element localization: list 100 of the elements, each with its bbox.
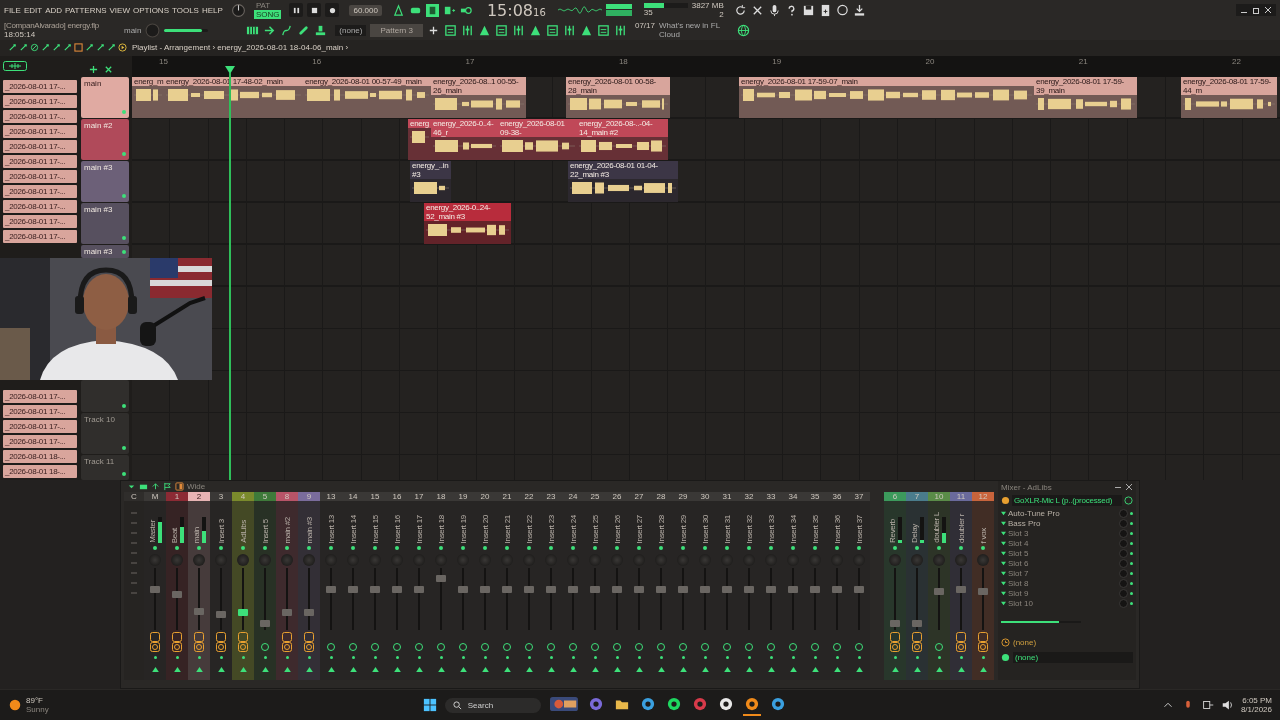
channel-number[interactable]: 26 — [606, 491, 628, 501]
news-link[interactable]: What's new in FL Cloud — [658, 21, 733, 39]
track-header[interactable]: main — [81, 76, 129, 118]
channel-number[interactable]: M — [144, 491, 166, 501]
search-field[interactable]: Search — [444, 697, 541, 713]
channel-number[interactable]: 14 — [342, 491, 364, 501]
mixer-strip[interactable]: 11 doubler r — [950, 491, 972, 681]
audio-clip[interactable]: energy_2026-08-01 17-59-07_main — [739, 76, 1034, 118]
clip-source-item[interactable]: _2026-08-01 17-... — [3, 434, 77, 448]
menu-item[interactable]: TOOLS — [172, 5, 199, 15]
clip-source-item[interactable]: _2026-08-01 17-... — [3, 389, 77, 403]
menu-item[interactable]: EDIT — [23, 5, 43, 15]
track-header[interactable]: main #2 — [81, 118, 129, 160]
clip-source-item[interactable]: _2026-08-01 17-... — [3, 214, 77, 228]
effect-slot[interactable]: Slot 3 — [1008, 528, 1117, 538]
audio-clip[interactable]: energy_2026-08-01 00-57-49_main — [303, 76, 431, 118]
effect-slot[interactable]: Slot 8 — [1008, 578, 1117, 588]
effect-slot[interactable]: Bass Pro — [1008, 518, 1117, 528]
audio-clip[interactable]: energy_2026-08-01 17-48-02_main — [164, 76, 303, 118]
channel-number[interactable]: 29 — [672, 491, 694, 501]
audio-clip[interactable]: energ — [408, 118, 431, 160]
pattern-selector[interactable]: Pattern 3 — [370, 23, 423, 37]
channel-number[interactable]: 23 — [540, 491, 562, 501]
channel-number[interactable]: 13 — [320, 491, 342, 501]
channel-number[interactable]: 2 — [188, 491, 210, 501]
channel-number[interactable]: 36 — [826, 491, 848, 501]
view-mode-label[interactable]: Wide — [187, 481, 206, 491]
effect-slot[interactable]: Slot 7 — [1008, 568, 1117, 578]
mixer-strip[interactable]: 12 f vox — [972, 491, 994, 681]
channel-number[interactable]: 30 — [694, 491, 716, 501]
channel-number[interactable]: 19 — [452, 491, 474, 501]
channel-number[interactable]: 15 — [364, 491, 386, 501]
audio-clip[interactable]: energy_2026-08..1 00-55-26_main — [431, 76, 526, 118]
mixer-strip[interactable]: 5 Insert 5 — [254, 491, 276, 681]
clip-source-item[interactable]: _2026-08-01 18-... — [3, 464, 77, 478]
audio-clip[interactable]: energ_m — [132, 76, 164, 118]
mixer-strip[interactable]: 2 main — [188, 491, 210, 681]
audio-clip[interactable]: energy_2026-08-01 17-59-44_m — [1181, 76, 1277, 118]
clip-source-item[interactable]: _2026-08-01 17-... — [3, 404, 77, 418]
channel-number[interactable]: 33 — [760, 491, 782, 501]
channel-number[interactable]: 21 — [496, 491, 518, 501]
mixer-strip[interactable]: 7 Delay — [906, 491, 928, 681]
clip-source-item[interactable]: _2026-08-01 17-... — [3, 199, 77, 213]
channel-number[interactable]: 3 — [210, 491, 232, 501]
channel-number[interactable]: 34 — [782, 491, 804, 501]
timeline-ruler[interactable]: 15 16 17 18 19 20 21 22 — [132, 55, 1280, 77]
audio-clip[interactable]: energy_2026-08-..-04-14_main #2 — [577, 118, 668, 160]
effect-slot[interactable]: Auto-Tune Pro — [1008, 508, 1117, 518]
track-header[interactable]: main #3 — [81, 160, 129, 202]
track-header[interactable]: Track 11 — [81, 454, 129, 480]
audio-clip[interactable]: energy_2026-0..24-52_main #3 — [424, 202, 511, 244]
channel-number[interactable]: 1 — [166, 491, 188, 501]
channel-number[interactable]: 25 — [584, 491, 606, 501]
audio-clip[interactable]: energy_..in #3 — [410, 160, 451, 202]
channel-number[interactable]: 22 — [518, 491, 540, 501]
channel-number[interactable]: 24 — [562, 491, 584, 501]
effect-slot[interactable]: Slot 5 — [1008, 548, 1117, 558]
channel-number[interactable]: 27 — [628, 491, 650, 501]
mixer-strip[interactable]: 9 main #3 — [298, 491, 320, 681]
channel-number[interactable]: 20 — [474, 491, 496, 501]
menu-item[interactable]: FILE — [4, 5, 21, 15]
clip-source-item[interactable]: _2026-08-01 17-... — [3, 139, 77, 153]
channel-number[interactable]: 32 — [738, 491, 760, 501]
mixer-strip[interactable]: 4 AdLibs — [232, 491, 254, 681]
track-header[interactable]: main #3 — [81, 244, 129, 258]
audio-clip[interactable]: energy_2026-0..4-46_r — [431, 118, 498, 160]
mixer-strip[interactable]: 1 Beat — [166, 491, 188, 681]
menu-item[interactable]: HELP — [201, 5, 223, 15]
mode-toggle[interactable]: SONG — [253, 10, 282, 19]
track-header[interactable]: Track 10 — [81, 412, 129, 454]
channel-number[interactable]: 16 — [386, 491, 408, 501]
channel-number[interactable]: 35 — [804, 491, 826, 501]
channel-number[interactable]: 31 — [716, 491, 738, 501]
effect-slot[interactable]: Slot 6 — [1008, 558, 1117, 568]
effect-slot[interactable]: Slot 9 — [1008, 588, 1117, 598]
mixer-strip[interactable]: 6 Reverb — [884, 491, 906, 681]
output-selector[interactable]: (none) — [1013, 652, 1133, 664]
audio-clip[interactable]: energy_2026-08-01 17-59-39_main — [1034, 76, 1137, 118]
channel-number[interactable]: 17 — [408, 491, 430, 501]
clock-date[interactable]: 8/1/2026 — [1240, 705, 1272, 715]
channel-number[interactable]: 18 — [430, 491, 452, 501]
clip-source-item[interactable]: _2026-08-01 17-... — [3, 169, 77, 183]
channel-dropdown[interactable]: (none) — [335, 24, 367, 36]
mode-toggle[interactable]: PAT — [253, 1, 282, 10]
audio-clip[interactable]: energy_2026-08-01 09-38- — [498, 118, 577, 160]
clip-source-item[interactable]: _2026-08-01 17-... — [3, 184, 77, 198]
effect-slot[interactable]: Slot 10 — [1008, 598, 1117, 608]
mixer-strip[interactable]: 8 main #2 — [276, 491, 298, 681]
clip-source-item[interactable]: _2026-08-01 17-... — [3, 124, 77, 138]
mixer-strip[interactable]: 10 doubler L — [928, 491, 950, 681]
clip-source-item[interactable]: _2026-08-01 17-... — [3, 94, 77, 108]
audio-clip[interactable]: energy_2026-08-01 01-04-22_main #3 — [568, 160, 678, 202]
audio-clip[interactable]: energy_2026-08-01 00-58-28_main — [566, 76, 670, 118]
menu-item[interactable]: OPTIONS — [132, 5, 169, 15]
clip-source-item[interactable]: _2026-08-01 17-... — [3, 419, 77, 433]
menu-item[interactable]: ADD — [45, 5, 63, 15]
menu-item[interactable]: PATTERNS — [65, 5, 107, 15]
clip-source-item[interactable]: _2026-08-01 17-... — [3, 79, 77, 93]
menu-item[interactable]: VIEW — [109, 5, 130, 15]
clip-source-item[interactable]: _2026-08-01 18-... — [3, 449, 77, 463]
